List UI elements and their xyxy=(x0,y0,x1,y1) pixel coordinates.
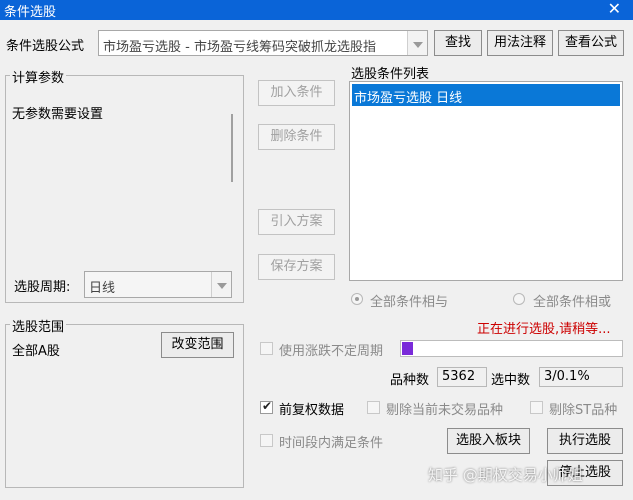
progress-fill xyxy=(402,342,413,355)
exclude-st-checkbox[interactable] xyxy=(530,401,543,414)
time-range-label: 时间段内满足条件 xyxy=(279,436,384,451)
logic-and-label: 全部条件相与 xyxy=(370,295,449,310)
adjusted-data-checkbox[interactable]: ✔ xyxy=(260,399,273,414)
list-item-label: 市场盈亏选股 日线 xyxy=(354,91,463,106)
time-range-checkbox[interactable] xyxy=(260,434,273,447)
selected-count-label: 选中数 xyxy=(491,373,531,388)
formula-label: 条件选股公式 xyxy=(6,39,85,54)
find-button[interactable]: 查找 xyxy=(434,30,482,56)
watermark-text: 知乎 @期权交易小师姐 xyxy=(428,466,583,484)
chevron-down-icon[interactable] xyxy=(407,31,427,55)
usage-button[interactable]: 用法注释 xyxy=(487,30,553,56)
status-text: 正在进行选股,请稍等... xyxy=(477,322,611,337)
close-icon[interactable]: ✕ xyxy=(608,0,621,18)
save-plan-button[interactable]: 保存方案 xyxy=(258,254,335,280)
uncertain-period-label: 使用涨跌不定周期 xyxy=(279,344,384,359)
period-select[interactable]: 日线 xyxy=(84,271,232,298)
exclude-st-label: 剔除ST品种 xyxy=(549,403,618,418)
formula-select[interactable]: 市场盈亏选股 - 市场盈亏线筹码突破抓龙选股指 xyxy=(98,30,428,56)
uncertain-period-checkbox[interactable] xyxy=(260,342,273,355)
list-item[interactable]: 市场盈亏选股 日线 xyxy=(352,84,620,106)
range-group-label: 选股范围 xyxy=(10,316,67,335)
logic-and-radio[interactable] xyxy=(351,293,363,305)
total-count-label: 品种数 xyxy=(390,373,430,388)
period-select-value: 日线 xyxy=(89,281,116,296)
total-count-value: 5362 xyxy=(437,367,487,387)
import-plan-button[interactable]: 引入方案 xyxy=(258,209,335,235)
view-formula-button[interactable]: 查看公式 xyxy=(558,30,624,56)
selected-count-value: 3/0.1% xyxy=(539,367,623,387)
delete-condition-button[interactable]: 删除条件 xyxy=(258,124,335,150)
change-range-button[interactable]: 改变范围 xyxy=(161,332,234,358)
exclude-untraded-label: 剔除当前未交易品种 xyxy=(386,403,504,418)
progress-bar xyxy=(400,340,623,357)
window-title: 条件选股 xyxy=(4,5,57,20)
period-label: 选股周期: xyxy=(14,280,71,295)
params-group-label: 计算参数 xyxy=(10,67,67,86)
add-condition-button[interactable]: 加入条件 xyxy=(258,80,335,106)
title-bar: 条件选股 ✕ xyxy=(0,0,633,20)
params-message: 无参数需要设置 xyxy=(12,107,104,122)
adjusted-data-label: 前复权数据 xyxy=(279,403,345,418)
formula-select-value: 市场盈亏选股 - 市场盈亏线筹码突破抓龙选股指 xyxy=(103,40,376,55)
add-to-block-button[interactable]: 选股入板块 xyxy=(447,428,530,454)
logic-or-radio[interactable] xyxy=(513,293,525,305)
params-scrollbar[interactable] xyxy=(231,114,233,182)
exclude-untraded-checkbox[interactable] xyxy=(367,401,380,414)
conditions-list[interactable]: 市场盈亏选股 日线 xyxy=(349,81,623,281)
chevron-down-icon[interactable] xyxy=(211,272,231,297)
check-icon: ✔ xyxy=(262,399,273,413)
conditions-label: 选股条件列表 xyxy=(351,67,430,82)
execute-button[interactable]: 执行选股 xyxy=(547,428,623,454)
range-value: 全部A股 xyxy=(12,344,60,359)
logic-or-label: 全部条件相或 xyxy=(533,295,612,310)
